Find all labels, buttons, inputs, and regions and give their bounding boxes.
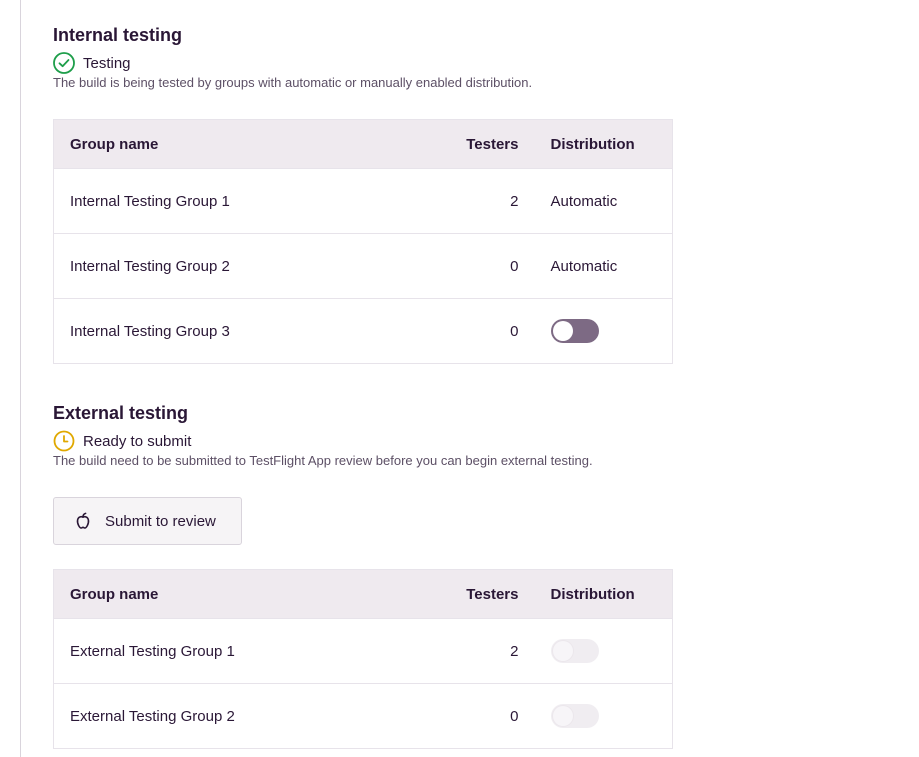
table-header-row: Group name Testers Distribution	[53, 119, 673, 169]
column-header-group-name: Group name	[53, 119, 411, 169]
column-header-testers: Testers	[410, 569, 551, 619]
column-header-testers: Testers	[410, 119, 551, 169]
group-name-cell[interactable]: Internal Testing Group 1	[53, 168, 411, 234]
internal-testing-title: Internal testing	[53, 25, 183, 45]
column-header-distribution: Distribution	[550, 119, 673, 169]
internal-status: Testing	[53, 52, 673, 74]
external-testing-title: External testing	[53, 403, 189, 423]
clock-icon	[53, 430, 75, 452]
external-status-text: Ready to submit	[83, 432, 192, 450]
table-row[interactable]: Internal Testing Group 1 2 Automatic	[53, 168, 673, 234]
table-row[interactable]: External Testing Group 2 0	[53, 683, 673, 749]
group-name-cell[interactable]: External Testing Group 1	[53, 618, 411, 684]
toggle-knob	[552, 321, 573, 341]
submit-to-review-label: Submit to review	[105, 512, 216, 530]
submit-to-review-button[interactable]: Submit to review	[53, 497, 242, 545]
column-header-distribution: Distribution	[550, 569, 673, 619]
check-circle-icon	[53, 52, 75, 74]
testers-count-cell: 0	[410, 233, 551, 299]
testers-count-cell: 2	[410, 168, 551, 234]
external-status: Ready to submit	[53, 430, 673, 452]
external-groups-table: Group name Testers Distribution External…	[53, 569, 673, 749]
testers-count-cell: 0	[410, 683, 551, 749]
distribution-cell	[550, 298, 673, 364]
distribution-toggle[interactable]	[550, 704, 599, 728]
distribution-cell: Automatic	[550, 233, 673, 299]
external-description: The build need to be submitted to TestFl…	[53, 453, 593, 468]
group-name-cell[interactable]: Internal Testing Group 3	[53, 298, 411, 364]
distribution-cell	[550, 683, 673, 749]
toggle-knob	[552, 641, 573, 661]
external-testing-section: External testing Ready to submit The bui…	[53, 402, 673, 469]
apple-icon	[72, 510, 94, 532]
internal-description: The build is being tested by groups with…	[53, 75, 533, 90]
internal-status-text: Testing	[83, 54, 131, 72]
toggle-knob	[552, 706, 573, 726]
table-row[interactable]: Internal Testing Group 3 0	[53, 298, 673, 364]
column-header-group-name: Group name	[53, 569, 411, 619]
left-divider	[20, 0, 21, 757]
distribution-cell	[550, 618, 673, 684]
group-name-cell[interactable]: Internal Testing Group 2	[53, 233, 411, 299]
distribution-toggle[interactable]	[550, 639, 599, 663]
distribution-cell: Automatic	[550, 168, 673, 234]
internal-testing-section: Internal testing Testing The build is be…	[53, 24, 673, 91]
testers-count-cell: 2	[410, 618, 551, 684]
internal-groups-table: Group name Testers Distribution Internal…	[53, 119, 673, 364]
group-name-cell[interactable]: External Testing Group 2	[53, 683, 411, 749]
table-row[interactable]: External Testing Group 1 2	[53, 618, 673, 684]
table-row[interactable]: Internal Testing Group 2 0 Automatic	[53, 233, 673, 299]
testers-count-cell: 0	[410, 298, 551, 364]
distribution-toggle[interactable]	[550, 319, 599, 343]
table-header-row: Group name Testers Distribution	[53, 569, 673, 619]
